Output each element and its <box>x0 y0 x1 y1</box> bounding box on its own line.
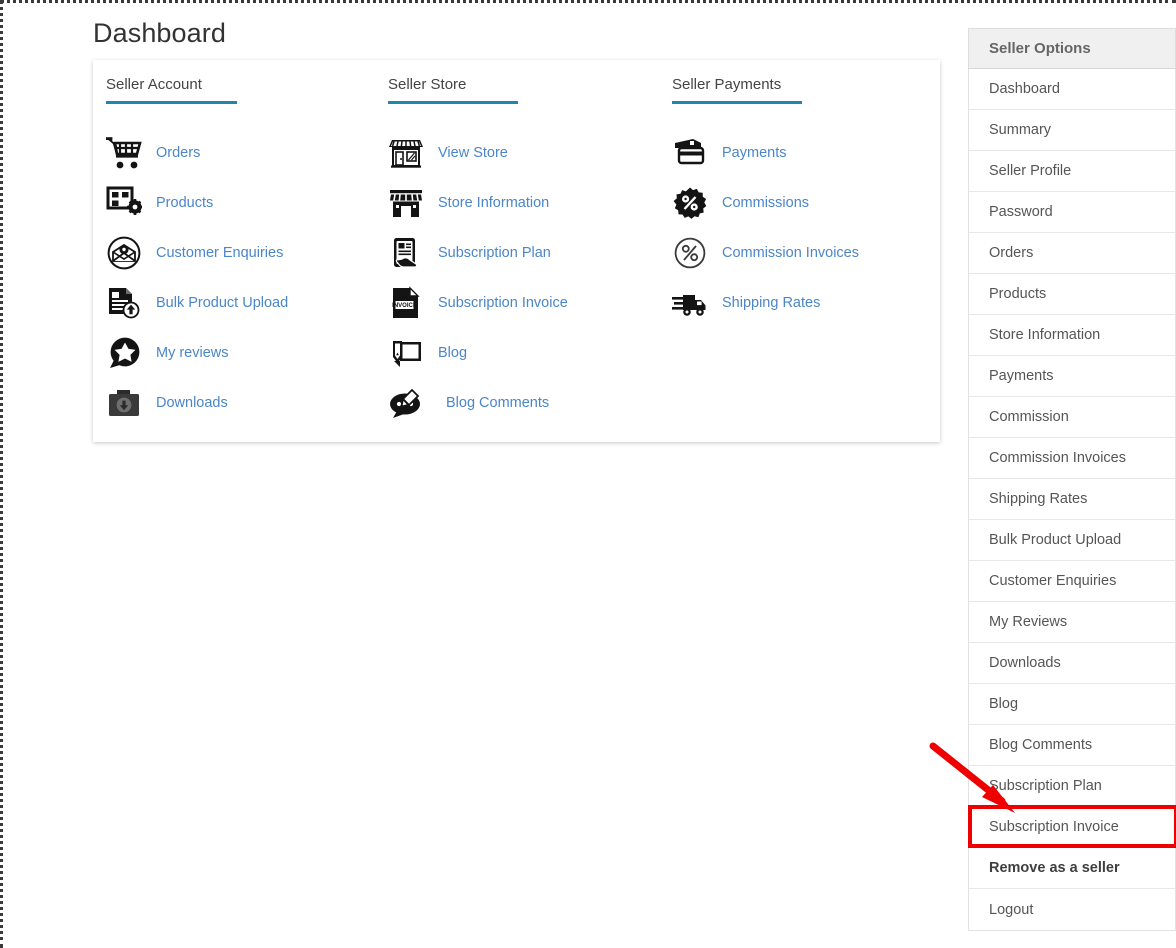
column-heading: Seller Store <box>388 76 467 93</box>
dashboard-link-item[interactable]: Commissions <box>672 178 956 228</box>
dashboard-link-item[interactable]: Customer Enquiries <box>106 228 390 278</box>
page-title: Dashboard <box>93 18 226 48</box>
column-heading-underline <box>672 101 802 104</box>
sidebar-item-password[interactable]: Password <box>969 192 1175 233</box>
dashboard-link-label[interactable]: My reviews <box>156 345 229 361</box>
dashboard-link-label[interactable]: Store Information <box>438 195 549 211</box>
column-heading: Seller Payments <box>672 76 782 93</box>
sidebar-item-summary[interactable]: Summary <box>969 110 1175 151</box>
document-upload-icon[interactable] <box>106 285 142 321</box>
sidebar-item-orders[interactable]: Orders <box>969 233 1175 274</box>
sidebar-item-downloads[interactable]: Downloads <box>969 643 1175 684</box>
dashboard-link-label[interactable]: Commissions <box>722 195 809 211</box>
dashboard-link-label[interactable]: Shipping Rates <box>722 295 820 311</box>
wallet-card-icon[interactable] <box>672 135 708 171</box>
plan-document-hand-icon[interactable] <box>388 235 424 271</box>
sidebar-list: Dashboard Summary Seller Profile Password Or… <box>968 69 1176 931</box>
sidebar-item-blog-comments[interactable]: Blog Comments <box>969 725 1175 766</box>
sidebar-item-customer-enquiries[interactable]: Customer Enquiries <box>969 561 1175 602</box>
sidebar-item-commission-invoices[interactable]: Commission Invoices <box>969 438 1175 479</box>
dashboard-link-label[interactable]: Customer Enquiries <box>156 245 283 261</box>
dashboard-link-label[interactable]: Products <box>156 195 213 211</box>
invoice-document-icon[interactable]: INVOICE <box>388 285 424 321</box>
dashboard-link-item[interactable]: INVOICE Subscription Invoice <box>388 278 672 328</box>
comment-bubble-icon[interactable] <box>388 385 424 421</box>
dashboard-link-label[interactable]: Blog Comments <box>446 395 549 411</box>
column-heading: Seller Account <box>106 76 202 93</box>
main-content: Dashboard Seller Account Orders Products Cu… <box>0 0 962 948</box>
star-chat-icon[interactable] <box>106 335 142 371</box>
dashboard-link-item[interactable]: Shipping Rates <box>672 278 956 328</box>
dashboard-link-item[interactable]: Bulk Product Upload <box>106 278 390 328</box>
sidebar-item-products[interactable]: Products <box>969 274 1175 315</box>
dashboard-link-item[interactable]: Store Information <box>388 178 672 228</box>
sidebar-item-bulk-product-upload[interactable]: Bulk Product Upload <box>969 520 1175 561</box>
sidebar-item-subscription-plan[interactable]: Subscription Plan <box>969 766 1175 807</box>
dashboard-card: Seller Account Orders Products Customer Enq… <box>93 60 940 442</box>
dashboard-link-label[interactable]: Blog <box>438 345 467 361</box>
sidebar-item-logout[interactable]: Logout <box>969 889 1175 930</box>
dashboard-link-item[interactable]: View Store <box>388 128 672 178</box>
dashboard-link-item[interactable]: Blog Comments <box>388 378 672 428</box>
dashboard-link-label[interactable]: View Store <box>438 145 508 161</box>
envelope-circle-icon[interactable] <box>106 235 142 271</box>
dashboard-columns: Seller Account Orders Products Customer Enq… <box>93 60 940 442</box>
dashboard-link-item[interactable]: Subscription Plan <box>388 228 672 278</box>
shopping-cart-icon[interactable] <box>106 135 142 171</box>
dashboard-link-label[interactable]: Subscription Invoice <box>438 295 568 311</box>
sidebar-header: Seller Options <box>968 28 1176 69</box>
dashboard-link-item[interactable]: Payments <box>672 128 956 178</box>
sidebar-item-subscription-invoice[interactable]: Subscription Invoice <box>969 807 1175 848</box>
storefront-info-icon[interactable] <box>388 185 424 221</box>
column-heading-underline <box>106 101 237 104</box>
delivery-truck-icon[interactable] <box>672 285 708 321</box>
dashboard-link-label[interactable]: Orders <box>156 145 200 161</box>
dashboard-link-label[interactable]: Bulk Product Upload <box>156 295 288 311</box>
dashboard-link-item[interactable]: Downloads <box>106 378 390 428</box>
percent-circle-icon[interactable] <box>672 235 708 271</box>
column-link-list: View Store Store Information Subscription … <box>388 128 672 428</box>
dashboard-link-label[interactable]: Subscription Plan <box>438 245 551 261</box>
dashboard-link-item[interactable]: Blog <box>388 328 672 378</box>
seller-options-sidebar: Seller Options Dashboard Summary Seller Pr… <box>968 28 1176 931</box>
download-box-icon[interactable] <box>106 385 142 421</box>
sidebar-item-remove-as-a-seller[interactable]: Remove as a seller <box>969 848 1175 889</box>
svg-text:INVOICE: INVOICE <box>392 303 417 309</box>
dashboard-link-item[interactable]: Orders <box>106 128 390 178</box>
storefront-view-icon[interactable] <box>388 135 424 171</box>
sidebar-item-shipping-rates[interactable]: Shipping Rates <box>969 479 1175 520</box>
sidebar-item-my-reviews[interactable]: My Reviews <box>969 602 1175 643</box>
column-link-list: Orders Products Customer Enquiries Bulk Pro… <box>106 128 390 428</box>
sidebar-item-store-information[interactable]: Store Information <box>969 315 1175 356</box>
column-heading-underline <box>388 101 518 104</box>
dashboard-link-item[interactable]: Products <box>106 178 390 228</box>
percent-badge-icon[interactable] <box>672 185 708 221</box>
blog-pencil-chat-icon[interactable] <box>388 335 424 371</box>
sidebar-item-blog[interactable]: Blog <box>969 684 1175 725</box>
sidebar-item-commission[interactable]: Commission <box>969 397 1175 438</box>
column-link-list: Payments Commissions Commission Invoices Sh… <box>672 128 956 328</box>
sidebar-item-payments[interactable]: Payments <box>969 356 1175 397</box>
dashboard-link-label[interactable]: Commission Invoices <box>722 245 859 261</box>
dashboard-link-label[interactable]: Downloads <box>156 395 228 411</box>
screenshot-root: Dashboard Seller Account Orders Products Cu… <box>0 0 1176 948</box>
sidebar-item-seller-profile[interactable]: Seller Profile <box>969 151 1175 192</box>
dashboard-link-item[interactable]: Commission Invoices <box>672 228 956 278</box>
sidebar-item-dashboard[interactable]: Dashboard <box>969 69 1175 110</box>
dashboard-link-label[interactable]: Payments <box>722 145 786 161</box>
products-gear-icon[interactable] <box>106 185 142 221</box>
dashboard-link-item[interactable]: My reviews <box>106 328 390 378</box>
